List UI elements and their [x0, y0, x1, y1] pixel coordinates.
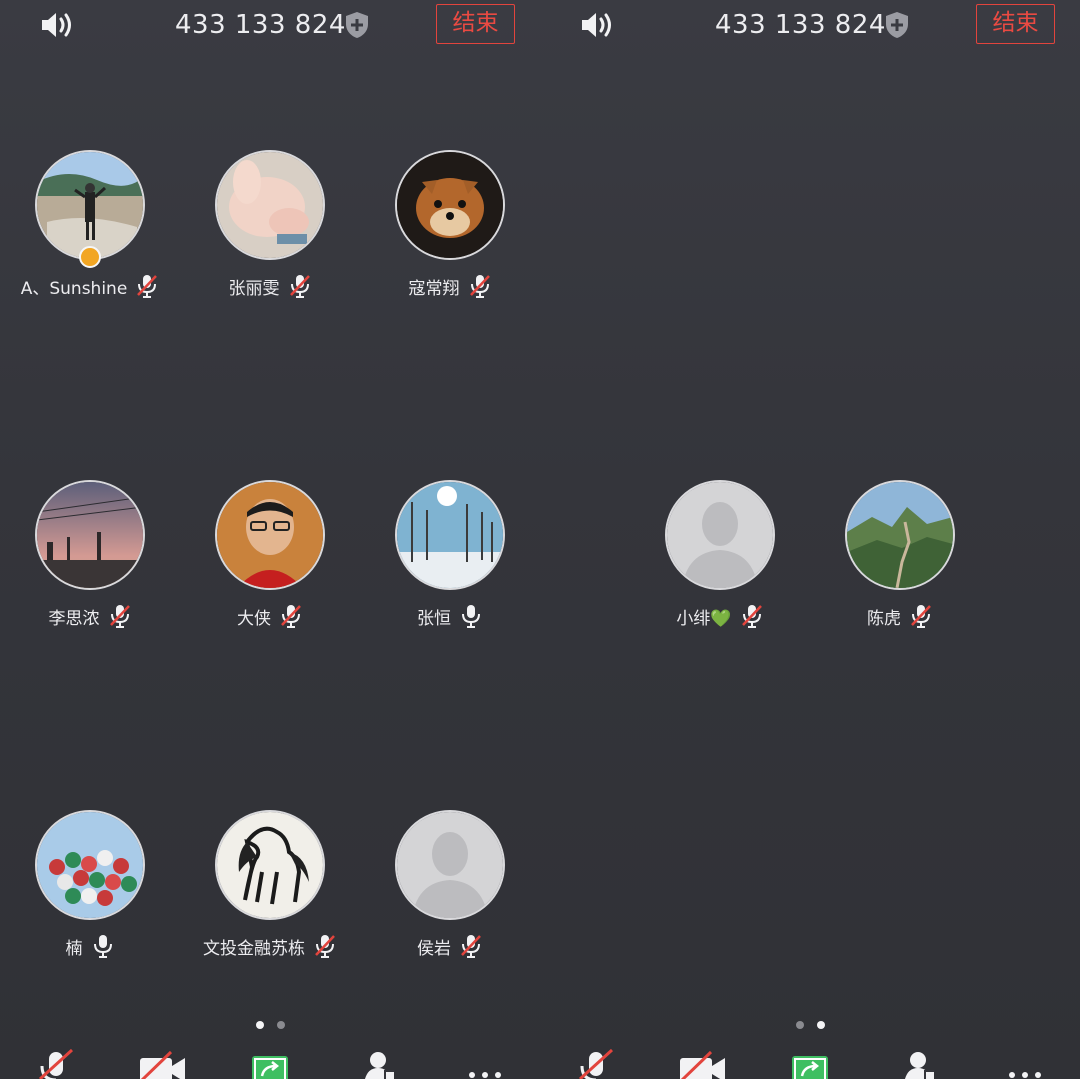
- share-screen-button[interactable]: [242, 1048, 298, 1079]
- video-toggle-button[interactable]: [675, 1048, 731, 1079]
- avatar: [665, 480, 775, 590]
- end-meeting-button[interactable]: 结束: [976, 4, 1055, 44]
- mic-muted-icon: [315, 935, 335, 958]
- participant-tile[interactable]: 寇常翔: [360, 150, 540, 310]
- avatar: [395, 480, 505, 590]
- mic-muted-icon: [578, 1048, 614, 1079]
- participant-tile[interactable]: 侯岩: [360, 810, 540, 970]
- participant-name: 楠: [65, 938, 83, 959]
- more-button[interactable]: [997, 1048, 1053, 1079]
- participant-tile[interactable]: 小绯💚: [630, 480, 810, 640]
- speaker-icon: [42, 13, 71, 37]
- page-indicator: [540, 1021, 1080, 1029]
- avatar: [35, 810, 145, 920]
- more-icon: [1009, 1072, 1041, 1078]
- mic-muted-icon: [461, 935, 481, 958]
- mic-muted-icon: [109, 605, 130, 628]
- horse-ink-painting-photo: [217, 812, 323, 918]
- share-screen-button[interactable]: [782, 1048, 838, 1079]
- participant-tile[interactable]: 陈虎: [810, 480, 990, 640]
- mic-muted-icon: [469, 275, 490, 298]
- meeting-screen-page-2: 433 133 824 结束 小绯💚 陈虎: [540, 0, 1080, 1079]
- participant-name: 文投金融苏栋: [203, 938, 305, 959]
- avatar: [215, 480, 325, 590]
- participant-name: A、Sunshine: [20, 278, 128, 299]
- share-screen-icon: [252, 1056, 288, 1079]
- participant-tile[interactable]: A、Sunshine: [0, 150, 180, 310]
- participant-name: 大侠: [237, 608, 271, 629]
- participant-tile[interactable]: 张丽雯: [180, 150, 360, 310]
- meeting-screen-page-1: 433 133 824 结束 A、Sunshine 张丽雯 寇常翔 李思浓 大侠…: [0, 0, 540, 1079]
- participant-name: 张丽雯: [228, 278, 280, 299]
- participants-button[interactable]: [350, 1048, 406, 1079]
- avatar: [215, 810, 325, 920]
- participants-icon: [905, 1052, 934, 1079]
- mic-muted-icon: [289, 275, 310, 298]
- meeting-id[interactable]: 433 133 824: [715, 8, 886, 42]
- avatar: [35, 480, 145, 590]
- participant-tile[interactable]: 张恒: [360, 480, 540, 640]
- page-dot[interactable]: [276, 1021, 285, 1029]
- mic-muted-icon: [38, 1048, 74, 1079]
- video-toggle-button[interactable]: [135, 1048, 191, 1079]
- security-shield-icon[interactable]: [884, 11, 910, 39]
- mic-on-icon: [93, 935, 112, 958]
- page-dot-active: [255, 1021, 264, 1029]
- speaker-toggle[interactable]: [38, 8, 78, 42]
- participant-tile[interactable]: 大侠: [180, 480, 360, 640]
- mic-muted-icon: [137, 275, 158, 298]
- participant-name: 陈虎: [867, 608, 901, 629]
- default-avatar-icon: [667, 482, 773, 588]
- mic-on-icon: [462, 605, 480, 628]
- avatar: [395, 810, 505, 920]
- mic-muted-icon: [281, 605, 301, 628]
- participant-name: 张恒: [417, 608, 451, 629]
- plush-toy-photo: [217, 152, 323, 258]
- mic-muted-icon: [741, 605, 762, 628]
- more-button[interactable]: [457, 1048, 513, 1079]
- sunset-city-photo: [37, 482, 143, 588]
- pomeranian-dog-photo: [397, 152, 503, 258]
- person-landscape-photo: [37, 152, 143, 258]
- more-icon: [469, 1072, 501, 1078]
- balloons-photo: [37, 812, 143, 918]
- avatar: [35, 150, 145, 260]
- page-indicator: [0, 1021, 540, 1029]
- mic-muted-icon: [911, 605, 931, 628]
- participant-name: 小绯💚: [676, 608, 732, 629]
- security-shield-icon[interactable]: [344, 11, 370, 39]
- share-screen-icon: [792, 1056, 828, 1079]
- great-wall-photo: [847, 482, 953, 588]
- end-meeting-button[interactable]: 结束: [436, 4, 515, 44]
- page-dot-active: [816, 1021, 825, 1029]
- mute-toggle-button[interactable]: [28, 1048, 84, 1079]
- video-off-icon: [680, 1050, 725, 1079]
- participant-tile[interactable]: 李思浓: [0, 480, 180, 640]
- avatar: [215, 150, 325, 260]
- participant-name: 李思浓: [48, 608, 100, 629]
- participant-tile[interactable]: 文投金融苏栋: [180, 810, 360, 970]
- host-badge-icon: [79, 246, 101, 268]
- mute-toggle-button[interactable]: [568, 1048, 624, 1079]
- man-portrait-photo: [217, 482, 323, 588]
- avatar: [845, 480, 955, 590]
- participant-name: 侯岩: [417, 938, 451, 959]
- winter-trees-photo: [397, 482, 503, 588]
- participants-button[interactable]: [890, 1048, 946, 1079]
- speaker-toggle[interactable]: [578, 8, 618, 42]
- avatar: [395, 150, 505, 260]
- video-off-icon: [140, 1050, 185, 1079]
- speaker-icon: [582, 13, 611, 37]
- default-avatar-icon: [397, 812, 503, 918]
- page-dot[interactable]: [795, 1021, 804, 1029]
- participant-name: 寇常翔: [408, 278, 460, 299]
- meeting-id[interactable]: 433 133 824: [175, 8, 346, 42]
- participants-icon: [365, 1052, 394, 1079]
- participant-tile[interactable]: 楠: [0, 810, 180, 970]
